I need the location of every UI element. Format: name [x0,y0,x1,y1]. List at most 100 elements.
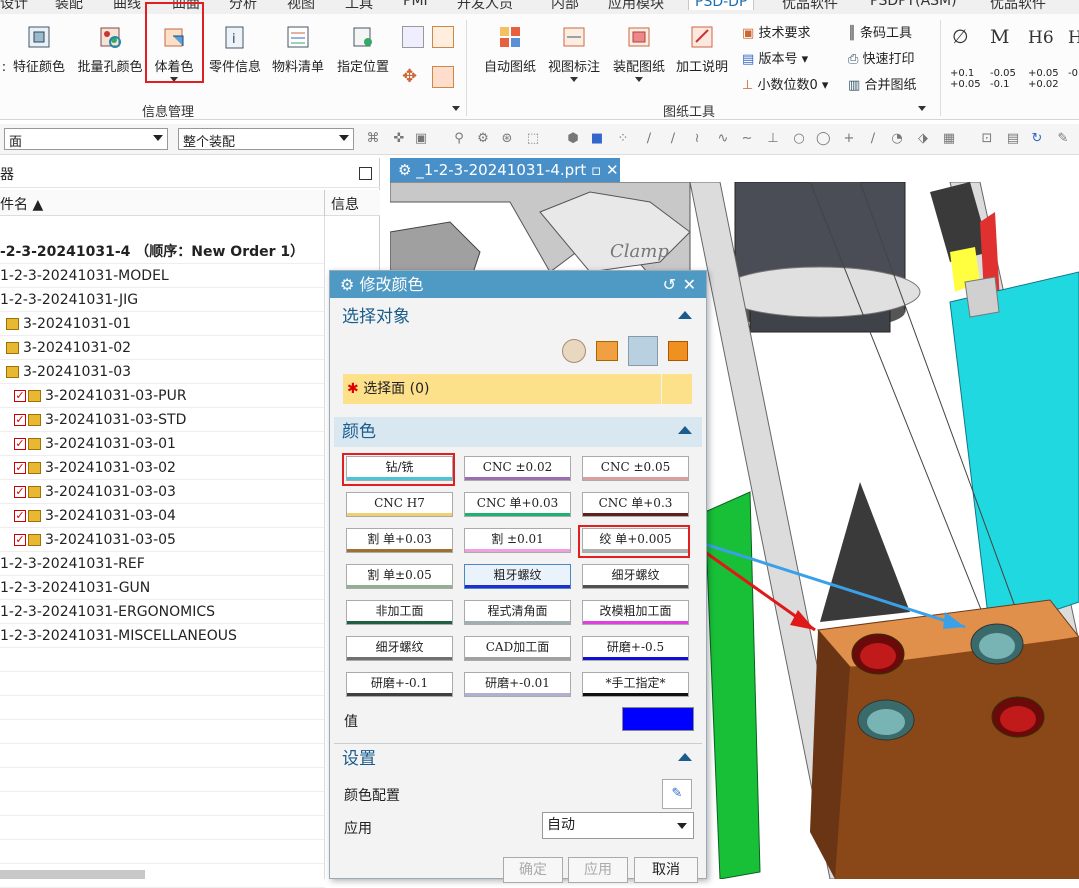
tolerance-value-2[interactable]: -0.05 -0.1 [990,68,1016,90]
value-color-swatch[interactable] [622,707,694,731]
face-icon[interactable] [596,341,618,361]
pan-icon[interactable]: ✎ [1056,132,1070,146]
tolerance-value-3[interactable]: +0.05 +0.02 [1028,68,1059,90]
column-divider[interactable] [324,190,325,216]
type-filter-select[interactable]: 面 [4,128,168,150]
close-tab-icon[interactable]: ✕ [606,161,619,179]
ok-button[interactable]: 确定 [503,857,563,883]
close-icon[interactable]: ✕ [683,271,696,298]
intent-icon[interactable]: ⊛ [500,132,514,146]
tab-assembly[interactable]: 装配 [55,0,83,13]
section-select-object[interactable]: 选择对象 [334,302,702,332]
ribbon-cut-button[interactable]: : [0,20,8,96]
color-preset-button[interactable]: CNC ±0.05 [582,456,689,481]
reset-icon[interactable]: ↺ [663,271,676,298]
color-preset-button[interactable]: 研磨+-0.5 [582,636,689,661]
column-name[interactable]: 件名 ▲ [0,194,43,214]
select-pointer-icon[interactable]: ✜ [392,132,406,146]
select-cube-icon[interactable] [662,374,692,404]
line-icon[interactable]: ∕ [642,132,656,146]
color-preset-button[interactable]: 割 单±0.05 [346,564,453,589]
part-file-tab[interactable]: ⚙ _1-2-3-20241031-4.prt ▫ ✕ [390,158,620,182]
column-info[interactable]: 信息 [331,194,359,214]
rotate-icon[interactable]: ↻ [1030,132,1044,146]
color-preset-button[interactable]: 非加工面 [346,600,453,625]
quick-print-button[interactable]: ⎙ 快速打印 [848,48,915,67]
arrow-icon[interactable]: ⬗ [916,132,930,146]
tolerance-value-4[interactable]: -0 [1068,68,1078,79]
tree-row[interactable]: ✓ 3-20241031-03-02 [0,456,325,480]
color-preset-button[interactable]: 研磨+-0.1 [346,672,453,697]
assembly-drawing-button[interactable]: 装配图纸 [608,20,670,96]
perpendicular-icon[interactable]: ⊥ [766,132,780,146]
zoom-fit-icon[interactable]: ⊡ [980,132,994,146]
tree-row[interactable]: 3-20241031-03 [0,360,325,384]
tree-row[interactable]: -2-3-20241031-4 （顺序：New Order 1） [0,240,325,264]
tree-row[interactable]: 3-20241031-01 [0,312,325,336]
version-button[interactable]: ▤ 版本号 ▾ [742,48,808,67]
tree-row[interactable]: 3-20241031-02 [0,336,325,360]
tree-row[interactable]: ✓ 3-20241031-03-05 [0,528,325,552]
body-select-icon[interactable]: ⬢ [566,132,580,146]
color-preset-button[interactable]: CNC 单+0.03 [464,492,571,517]
tab-youpin-2[interactable]: 优品软件 [990,0,1046,13]
color-preset-button[interactable]: CNC ±0.02 [464,456,571,481]
tolerance-value-1[interactable]: +0.1 +0.05 [950,68,981,90]
checkbox-icon[interactable]: ✓ [14,510,26,522]
tree-row[interactable]: ✓ 3-20241031-03-03 [0,480,325,504]
group-expand-icon[interactable] [452,106,460,111]
slash-icon[interactable]: ∕ [866,132,880,146]
tab-internal[interactable]: 内部 [551,0,579,13]
apply-button[interactable]: 应用 [568,857,628,883]
checkbox-icon[interactable]: ✓ [14,486,26,498]
checkbox-icon[interactable]: ✓ [14,390,26,402]
tree-row[interactable]: 1-2-3-20241031-MISCELLANEOUS [0,624,325,648]
rect-select-icon[interactable]: ⬚ [526,132,540,146]
tree-row[interactable]: ✓ 3-20241031-03-01 [0,432,325,456]
zoom-icon[interactable]: ▤ [1006,132,1020,146]
tree-row[interactable]: 1-2-3-20241031-MODEL [0,264,325,288]
feature-cube-icon[interactable] [668,341,688,361]
list-icon[interactable] [432,66,454,88]
maximize-icon[interactable] [359,167,372,180]
view-annotation-button[interactable]: 视图标注 [542,20,606,96]
color-preset-button[interactable]: CNC 单+0.3 [582,492,689,517]
tab-tools[interactable]: 工具 [345,0,373,13]
selection-scope-select[interactable]: 整个装配 [178,128,354,150]
tab-developer[interactable]: 开发人员 [457,0,513,13]
checkbox-icon[interactable]: ✓ [14,462,26,474]
tree-row[interactable]: ✓ 3-20241031-03-STD [0,408,325,432]
specify-position-button[interactable]: 指定位置 [332,20,394,96]
line-2-icon[interactable]: ∕ [666,132,680,146]
checkbox-icon[interactable]: ✓ [14,414,26,426]
spline-icon[interactable]: ∿ [716,132,730,146]
palette-icon[interactable] [562,339,586,363]
merge-drawing-button[interactable]: ▥ 合并图纸 [848,74,916,93]
section-settings[interactable]: 设置 [334,743,702,773]
color-config-icon[interactable]: ✎ [662,779,692,809]
pin-icon[interactable]: ▫ [591,161,601,179]
color-preset-button[interactable]: 细牙螺纹 [346,636,453,661]
color-preset-button[interactable]: 改模粗加工面 [582,600,689,625]
face-select-icon[interactable]: ■ [590,132,604,146]
decimal-places-button[interactable]: ⊥ 小数位数0 ▾ [742,74,828,93]
tree-row[interactable]: 1-2-3-20241031-REF [0,552,325,576]
tab-view[interactable]: 视图 [287,0,315,13]
barcode-tool-button[interactable]: ║ 条码工具 [848,22,912,41]
checkbox-icon[interactable]: ✓ [14,534,26,546]
group-expand-icon[interactable] [918,106,926,111]
snap-icon[interactable]: ⌘ [366,132,380,146]
tab-design[interactable]: 设计 [0,0,28,13]
color-preset-button[interactable]: 细牙螺纹 [582,564,689,589]
apply-mode-select[interactable]: 自动 [542,812,694,839]
lasso-icon[interactable]: ⚲ [452,132,466,146]
select-all-icon[interactable]: ⚙ [476,132,490,146]
tolerance-diameter-button[interactable]: ∅ [952,26,969,48]
tolerance-m-button[interactable]: M [990,26,1009,48]
grid-icon[interactable]: ▦ [942,132,956,146]
bom-button[interactable]: 物料清单 [268,20,328,96]
tab-pmi[interactable]: PMI [403,0,428,9]
move-icon[interactable]: ✥ [402,66,424,88]
tolerance-h-button[interactable]: H [1068,28,1079,48]
select-face-field[interactable]: ✱ 选择面 (0) [343,374,661,404]
